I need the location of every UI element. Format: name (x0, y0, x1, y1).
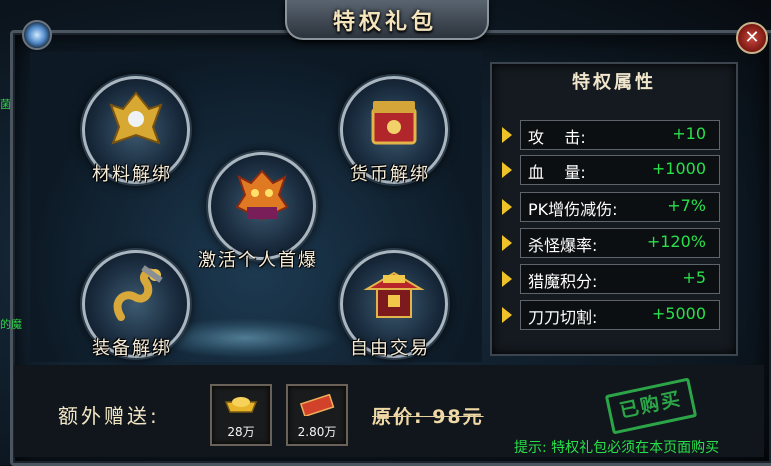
attribute-value: +1000 (651, 159, 706, 178)
close-button[interactable]: ✕ (736, 22, 768, 54)
arrow-icon (502, 127, 512, 143)
side-text-2: 的魔 (0, 318, 22, 331)
package-label-free-trade: 自由交易 (350, 338, 430, 359)
window-title: 特权礼包 (332, 10, 437, 35)
bonus-item-slot[interactable]: 2.80万 (286, 384, 348, 446)
attribute-name: 血 量: (528, 163, 586, 182)
arrow-icon (502, 235, 512, 251)
demon-chest-icon (211, 163, 313, 250)
hint-text: 提示: 特权礼包必须在本页面购买 (514, 440, 720, 456)
arrow-icon (502, 307, 512, 323)
package-badge-activate-first-drop[interactable] (208, 152, 316, 260)
attribute-name: 刀刀切割: (528, 308, 598, 327)
arrow-icon (502, 162, 512, 178)
attribute-name: PK增伤减伤: (528, 200, 618, 219)
arrow-icon (502, 271, 512, 287)
red-ticket-icon (298, 393, 336, 418)
attribute-name: 猎魔积分: (528, 272, 598, 291)
attribute-value: +5000 (651, 304, 706, 323)
attribute-value: +7% (667, 196, 706, 215)
attribute-name: 攻 击: (528, 128, 586, 147)
package-label-activate-first-drop: 激活个人首爆 (198, 250, 318, 271)
attribute-row: PK增伤减伤: +7% (498, 192, 728, 222)
attribute-value: +5 (682, 268, 706, 287)
attribute-value: +120% (646, 232, 706, 251)
attribute-row: 猎魔积分: +5 (498, 264, 728, 294)
privilege-gift-window: 特权礼包 ✕ 菌 的魔 材料解绑 货币解绑 激活个人首爆 装备解绑 自由交易 特… (0, 0, 771, 466)
gold-ingot-icon (222, 394, 260, 414)
bonus-item-qty: 28万 (227, 425, 255, 439)
original-price: 原价: 98元 (372, 406, 484, 428)
bonus-label: 额外赠送: (58, 404, 160, 428)
close-icon: ✕ (744, 27, 760, 48)
attribute-row: 血 量: +1000 (498, 155, 728, 185)
package-label-currency-unbind: 货币解绑 (350, 164, 430, 185)
attribute-row: 杀怪爆率: +120% (498, 228, 728, 258)
bonus-item-qty: 2.80万 (297, 425, 337, 439)
attribute-row: 刀刀切割: +5000 (498, 300, 728, 330)
arrow-icon (502, 199, 512, 215)
attribute-value: +10 (672, 124, 706, 143)
attribute-row: 攻 击: +10 (498, 120, 728, 150)
package-label-material-unbind: 材料解绑 (92, 164, 172, 185)
bonus-item-slot[interactable]: 28万 (210, 384, 272, 446)
gem-icon (22, 20, 52, 50)
package-label-equipment-unbind: 装备解绑 (92, 338, 172, 359)
side-text-1: 菌 (0, 98, 11, 111)
attribute-name: 杀怪爆率: (528, 236, 598, 255)
attribute-panel-title: 特权属性 (572, 72, 656, 93)
